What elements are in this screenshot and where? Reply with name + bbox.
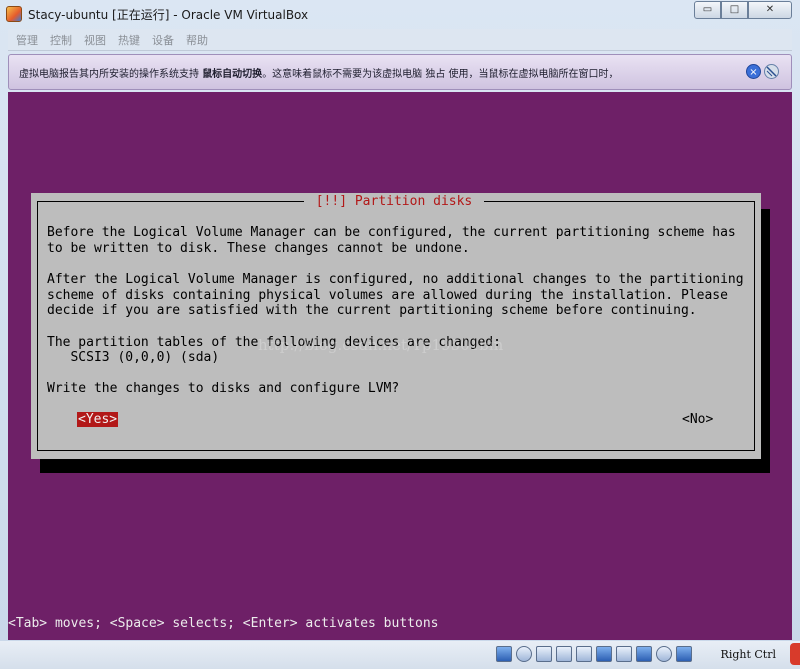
device-entry: SCSI3 (0,0,0) (sda)	[47, 350, 220, 365]
audio-icon[interactable]	[536, 646, 552, 662]
dialog-text-line: decide if you are satisfied with the cur…	[47, 303, 697, 318]
notification-text-after: 。这意味着鼠标不需要为该虚拟电脑 独占 使用，当鼠标在虚拟电脑所在窗口时，	[262, 68, 619, 80]
notification-text: 虚拟电脑报告其内所安装的操作系统支持 鼠标自动切换。这意味着鼠标不需要为该虚拟电…	[19, 65, 739, 80]
partition-dialog: [!!] Partition disks Before the Logical …	[31, 193, 761, 459]
notification-text-before: 虚拟电脑报告其内所安装的操作系统支持	[19, 68, 203, 80]
menu-item-help[interactable]: 帮助	[186, 32, 208, 48]
watermark: http://blog.csdn.net/Yp19501bin	[258, 336, 504, 354]
hard-disk-icon[interactable]	[496, 646, 512, 662]
virtualization-icon[interactable]	[656, 646, 672, 662]
maximize-button[interactable]: □	[721, 1, 748, 19]
virtualbox-window: Stacy-ubuntu [正在运行] - Oracle VM VirtualB…	[0, 0, 800, 669]
notification-mute-icon[interactable]	[764, 64, 779, 79]
menu-bar: 管理 控制 视图 热键 设备 帮助	[8, 29, 792, 51]
mute-glyph-icon	[766, 66, 777, 77]
window-title: Stacy-ubuntu [正在运行] - Oracle VM VirtualB…	[28, 7, 309, 22]
mouse-integration-icon[interactable]	[676, 646, 692, 662]
menu-item-hotkeys[interactable]: 热键	[118, 32, 140, 48]
notification-text-bold: 鼠标自动切换	[202, 68, 263, 80]
display-icon[interactable]	[616, 646, 632, 662]
shared-folders-icon[interactable]	[596, 646, 612, 662]
virtualbox-app-icon	[6, 6, 22, 22]
edge-badge-icon	[790, 643, 800, 665]
menu-item-devices[interactable]: 设备	[152, 32, 174, 48]
usb-icon[interactable]	[576, 646, 592, 662]
no-button[interactable]: <No>	[682, 412, 713, 427]
notification-icons: ×	[743, 64, 779, 79]
close-button[interactable]: ✕	[748, 1, 792, 19]
yes-button[interactable]: <Yes>	[77, 412, 119, 427]
status-bar: Right Ctrl	[0, 641, 800, 669]
window-controls: ▭ □ ✕	[694, 1, 792, 19]
menu-item-control[interactable]: 控制	[50, 32, 72, 48]
dialog-text-line: scheme of disks containing physical volu…	[47, 288, 728, 303]
optical-drive-icon[interactable]	[516, 646, 532, 662]
keyboard-help-line: <Tab> moves; <Space> selects; <Enter> ac…	[8, 616, 439, 631]
dialog-text-line: After the Logical Volume Manager is conf…	[47, 272, 744, 287]
confirm-question: Write the changes to disks and configure…	[47, 381, 400, 396]
notification-close-icon[interactable]: ×	[746, 64, 761, 79]
dialog-text-line: to be written to disk. These changes can…	[47, 241, 470, 256]
vm-screen[interactable]: [!!] Partition disks Before the Logical …	[8, 92, 792, 640]
menu-item-manage[interactable]: 管理	[16, 32, 38, 48]
menu-item-view[interactable]: 视图	[84, 32, 106, 48]
device-status-icons	[492, 646, 692, 662]
network-icon[interactable]	[556, 646, 572, 662]
mouse-integration-notification: 虚拟电脑报告其内所安装的操作系统支持 鼠标自动切换。这意味着鼠标不需要为该虚拟电…	[8, 54, 792, 90]
dialog-title: [!!] Partition disks	[304, 193, 484, 210]
title-bar: Stacy-ubuntu [正在运行] - Oracle VM VirtualB…	[0, 0, 800, 28]
video-capture-icon[interactable]	[636, 646, 652, 662]
minimize-button[interactable]: ▭	[694, 1, 721, 19]
host-key-label: Right Ctrl	[720, 648, 776, 661]
dialog-text-line: Before the Logical Volume Manager can be…	[47, 225, 736, 240]
